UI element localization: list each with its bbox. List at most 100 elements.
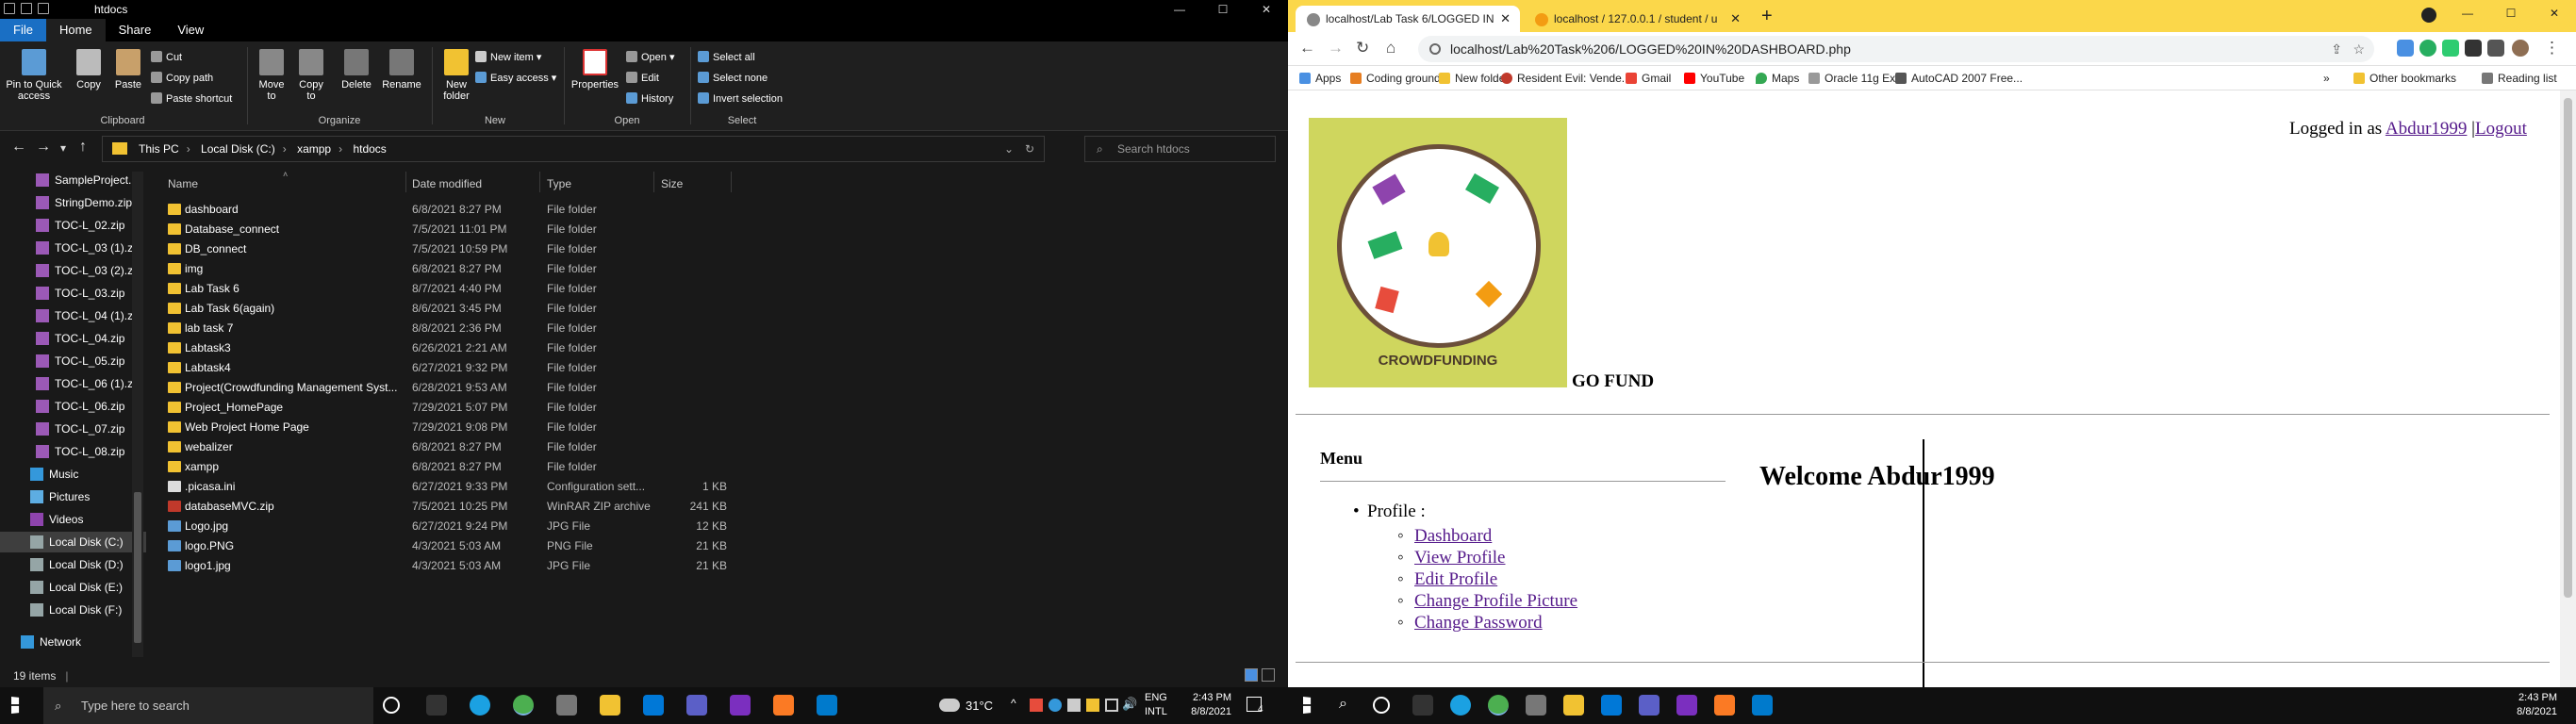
file-row[interactable]: dashboard 6/8/2021 8:27 PM File folder [151, 200, 735, 220]
battery-icon[interactable] [1105, 699, 1118, 712]
breadcrumb-this-pc[interactable]: This PC [139, 142, 179, 156]
file-row[interactable]: Lab Task 6 8/7/2021 4:40 PM File folder [151, 279, 735, 299]
paste-shortcut-button[interactable]: Paste shortcut [151, 92, 232, 105]
nav-item-zip[interactable]: TOC-L_06 (1).zi [0, 373, 146, 394]
file-row[interactable]: lab task 7 8/8/2021 2:36 PM File folder [151, 319, 735, 338]
tab-share[interactable]: Share [106, 19, 165, 41]
translate-icon[interactable] [2397, 40, 2414, 57]
nav-item-zip[interactable]: TOC-L_02.zip [0, 215, 146, 236]
copy-button[interactable]: Copy [70, 49, 107, 90]
maximize-button[interactable]: ☐ [1201, 0, 1245, 19]
delete-button[interactable]: Delete [334, 49, 379, 90]
cortana-icon[interactable] [1373, 697, 1390, 714]
page-scrollbar[interactable] [2560, 90, 2576, 687]
file-row[interactable]: logo.PNG 4/3/2021 5:03 AM PNG File 21 KB [151, 536, 735, 556]
nav-item-zip[interactable]: StringDemo.zip [0, 192, 146, 213]
column-header-type[interactable]: Type [547, 177, 571, 190]
file-row[interactable]: Logo.jpg 6/27/2021 9:24 PM JPG File 12 KB [151, 517, 735, 536]
save-icon[interactable] [4, 3, 15, 14]
select-none-button[interactable]: Select none [698, 72, 768, 84]
start-button[interactable] [11, 697, 20, 714]
scrollbar-thumb[interactable] [2564, 98, 2572, 598]
bookmark-maps[interactable]: Maps [1756, 72, 1799, 85]
details-view-icon[interactable] [1245, 668, 1258, 682]
breadcrumb-htdocs[interactable]: htdocs [353, 142, 386, 156]
close-tab-icon[interactable]: ✕ [1500, 6, 1511, 32]
change-password-link[interactable]: Change Password [1397, 613, 1543, 634]
file-row[interactable]: Database_connect 7/5/2021 11:01 PM File fo… [151, 220, 735, 239]
copy-to-button[interactable]: Copy to [294, 49, 328, 102]
extension-icon[interactable] [2442, 40, 2459, 57]
navigation-scrollbar[interactable] [132, 172, 143, 657]
weather-icon[interactable] [939, 699, 960, 712]
file-row[interactable]: databaseMVC.zip 7/5/2021 10:25 PM WinRAR Z… [151, 497, 735, 517]
forward-arrow-icon[interactable]: → [1328, 39, 1344, 58]
vscode-icon[interactable] [1752, 695, 1773, 716]
pin-quick-access-button[interactable]: Pin to Quick access [6, 49, 62, 102]
back-arrow-icon[interactable]: ← [11, 139, 26, 156]
refresh-icon[interactable]: ↻ [1025, 137, 1034, 161]
history-button[interactable]: History [626, 92, 673, 105]
settings-gear-icon[interactable] [556, 695, 577, 716]
profile-badge-icon[interactable] [2421, 8, 2436, 23]
properties-button[interactable]: Properties [570, 49, 620, 90]
nav-item-disk[interactable]: Local Disk (E:) [0, 577, 146, 598]
up-arrow-icon[interactable]: ↑ [79, 139, 87, 156]
logout-link[interactable]: Logout [2475, 119, 2527, 139]
info-icon[interactable] [1429, 43, 1441, 55]
tab-file[interactable]: File [0, 19, 46, 41]
language-indicator[interactable]: ENG INTL [1145, 691, 1167, 719]
tray-app-icon[interactable] [1067, 699, 1081, 712]
task-view-icon[interactable] [1412, 695, 1433, 716]
task-view-icon[interactable] [426, 695, 447, 716]
xampp-icon[interactable] [773, 695, 794, 716]
view-profile-link[interactable]: View Profile [1397, 548, 1506, 568]
nav-item-zip[interactable]: TOC-L_03 (2).zi [0, 260, 146, 281]
avatar[interactable] [2512, 40, 2529, 57]
column-header-size[interactable]: Size [661, 177, 683, 190]
settings-gear-icon[interactable] [1526, 695, 1546, 716]
rename-button[interactable]: Rename [379, 49, 424, 90]
nav-item-zip[interactable]: SampleProject. [0, 170, 146, 190]
store-icon[interactable] [1601, 695, 1622, 716]
back-arrow-icon[interactable]: ← [1299, 39, 1315, 58]
new-folder-button[interactable]: New folder [434, 49, 479, 102]
column-header-date[interactable]: Date modified [412, 177, 482, 190]
column-header-name[interactable]: Name [168, 177, 198, 190]
taskbar-search-box[interactable]: ⌕ Type here to search [43, 687, 373, 724]
bookmark-coding-ground[interactable]: Coding ground. [1350, 72, 1444, 85]
new-tab-button[interactable]: + [1761, 6, 1773, 27]
tray-app-icon[interactable] [1086, 699, 1099, 712]
search-icon[interactable]: ⌕ [1339, 696, 1347, 713]
tab-view[interactable]: View [164, 19, 217, 41]
home-icon[interactable]: ⌂ [1386, 39, 1395, 58]
nav-item-music[interactable]: Music [0, 464, 146, 485]
large-icons-view-icon[interactable] [1262, 668, 1275, 682]
reading-list-button[interactable]: Reading list [2482, 72, 2557, 85]
file-row[interactable]: logo1.jpg 4/3/2021 5:03 AM JPG File 21 KB [151, 556, 735, 576]
clock[interactable]: 2:43 PM 8/8/2021 [1179, 691, 1231, 719]
file-row[interactable]: xampp 6/8/2021 8:27 PM File folder [151, 457, 735, 477]
bookmark-resident-evil[interactable]: Resident Evil: Vende... [1501, 72, 1631, 85]
column-divider[interactable] [731, 172, 732, 192]
temperature[interactable]: 31°C [966, 699, 993, 713]
nav-item-zip[interactable]: TOC-L_07.zip [0, 419, 146, 439]
kebab-menu-icon[interactable]: ⋮ [2544, 39, 2560, 58]
nav-item-disk[interactable]: Local Disk (F:) [0, 600, 146, 620]
edit-button[interactable]: Edit [626, 72, 659, 84]
bookmark-autocad[interactable]: AutoCAD 2007 Free... [1895, 72, 2023, 85]
edge-icon[interactable] [1450, 695, 1471, 716]
star-icon[interactable]: ☆ [2353, 36, 2365, 62]
forward-arrow-icon[interactable]: → [36, 139, 51, 156]
maximize-button[interactable]: ☐ [2489, 4, 2533, 23]
extension-icon[interactable] [2419, 40, 2436, 57]
teams-icon[interactable] [1639, 695, 1660, 716]
column-divider[interactable] [653, 172, 654, 192]
browser-tab[interactable]: localhost / 127.0.0.1 / student / u ✕ [1524, 6, 1750, 32]
easy-access-button[interactable]: Easy access ▾ [475, 72, 556, 84]
open-button[interactable]: Open ▾ [626, 51, 675, 63]
more-bookmarks-button[interactable]: » [2323, 72, 2330, 85]
chrome-icon[interactable] [1488, 695, 1509, 716]
file-row[interactable]: Labtask3 6/26/2021 2:21 AM File folder [151, 338, 735, 358]
nav-item-zip[interactable]: TOC-L_08.zip [0, 441, 146, 462]
